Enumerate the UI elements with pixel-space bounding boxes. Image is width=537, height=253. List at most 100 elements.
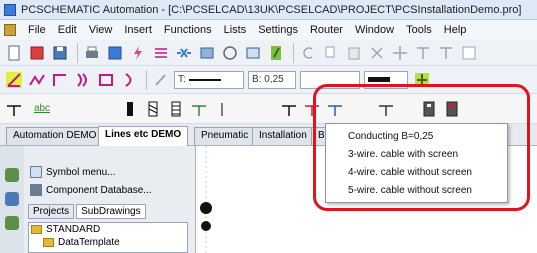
move-icon[interactable] (390, 43, 410, 63)
tab-installation[interactable]: Installation (252, 127, 314, 145)
menu-insert[interactable]: Insert (118, 24, 158, 36)
zoom-window-icon[interactable] (436, 43, 456, 63)
zoom-icon[interactable] (413, 43, 433, 63)
explorer-subtabs: Projects SubDrawings (28, 204, 148, 219)
tree-item-label: DataTemplate (58, 237, 120, 248)
abc-label: abc (33, 103, 51, 114)
dropdown-item-5-wire-no-screen[interactable]: 5-wire. cable without screen (348, 185, 472, 196)
component-icon[interactable] (174, 43, 194, 63)
explorer-panel: Symbol menu... Component Database... Pro… (0, 146, 196, 253)
cable-black-icon[interactable] (279, 99, 299, 119)
app-icon (4, 3, 16, 16)
symbol-icon[interactable] (151, 43, 171, 63)
symbol-menu-label: Symbol menu... (46, 166, 116, 178)
menu-bar: File Edit View Insert Functions Lists Se… (0, 20, 537, 40)
drawing-toolbar: T: B: 0,25 (0, 66, 537, 94)
component-database-label: Component Database... (46, 184, 152, 196)
tab-lines-etc-demo[interactable]: Lines etc DEMO (98, 126, 189, 146)
symbol-strip: abc (0, 94, 537, 124)
component-rail-icon[interactable] (5, 192, 19, 206)
folder-icon (43, 238, 54, 247)
tree-item-datatemplate[interactable]: DataTemplate (29, 236, 187, 249)
line-terminal-icon[interactable] (4, 99, 24, 119)
tree-item-label: STANDARD (46, 224, 101, 235)
tab-automation-demo[interactable]: Automation DEMO (6, 127, 104, 145)
open-document-icon[interactable] (27, 43, 47, 63)
tab-subdrawings[interactable]: SubDrawings (76, 204, 146, 219)
menu-router[interactable]: Router (304, 24, 349, 36)
tree-item-standard[interactable]: STANDARD (29, 223, 187, 236)
print-icon[interactable] (82, 43, 102, 63)
layer-icon[interactable] (412, 70, 432, 90)
connection-dot (200, 202, 212, 214)
line-type-label: T: (178, 74, 186, 85)
menu-settings[interactable]: Settings (252, 24, 304, 36)
project-rail-icon[interactable] (5, 216, 19, 230)
image-icon[interactable] (197, 43, 217, 63)
connector-dark-icon[interactable] (419, 99, 439, 119)
terminal-gray-icon[interactable] (212, 99, 232, 119)
line-draw-icon[interactable] (4, 70, 24, 90)
menu-file[interactable]: File (22, 24, 52, 36)
symbol-rail-icon[interactable] (5, 168, 19, 182)
save-icon[interactable] (50, 43, 70, 63)
rectangle-icon[interactable] (96, 70, 116, 90)
dropdown-item-4-wire-no-screen[interactable]: 4-wire. cable without screen (348, 167, 472, 178)
text-field[interactable] (300, 70, 360, 89)
menu-functions[interactable]: Functions (158, 24, 218, 36)
paste-icon[interactable] (344, 43, 364, 63)
lined-bar-icon[interactable] (166, 99, 186, 119)
black-bar-icon[interactable] (120, 99, 140, 119)
cable-type-dropdown: Conducting B=0,25 3-wire. cable with scr… (325, 123, 508, 203)
menu-view[interactable]: View (83, 24, 119, 36)
window-icon[interactable] (243, 43, 263, 63)
subdrawings-tree: STANDARD DataTemplate (28, 222, 188, 253)
pencil-icon[interactable] (266, 43, 286, 63)
symbol-menu-row[interactable]: Symbol menu... (30, 166, 115, 178)
color-field[interactable] (364, 70, 408, 89)
copy-icon[interactable] (321, 43, 341, 63)
print-preview-icon[interactable] (105, 43, 125, 63)
window-titlebar: PCSCHEMATIC Automation - [C:\PCSELCAD\13… (0, 0, 537, 20)
symbol-menu-icon (30, 166, 42, 178)
menu-tools[interactable]: Tools (400, 24, 438, 36)
database-icon (30, 184, 42, 196)
pen-icon[interactable] (151, 70, 171, 90)
dropdown-item-3-wire-screen[interactable]: 3-wire. cable with screen (348, 149, 458, 160)
terminal-green-icon[interactable] (189, 99, 209, 119)
menu-edit[interactable]: Edit (52, 24, 83, 36)
tab-pneumatic[interactable]: Pneumatic (194, 127, 256, 145)
window-title: PCSCHEMATIC Automation - [C:\PCSELCAD\13… (21, 3, 522, 16)
corner-line-icon[interactable] (50, 70, 70, 90)
arc-line-icon[interactable] (73, 70, 93, 90)
folder-icon (31, 225, 42, 234)
cable-blue-icon[interactable] (325, 99, 345, 119)
new-document-icon[interactable] (4, 43, 24, 63)
hatched-bar-icon[interactable] (143, 99, 163, 119)
dropdown-item-conducting[interactable]: Conducting B=0,25 (348, 131, 433, 142)
toolbar-separator (293, 42, 294, 63)
delete-icon[interactable] (367, 43, 387, 63)
menu-help[interactable]: Help (438, 24, 473, 36)
menu-window[interactable]: Window (349, 24, 400, 36)
tab-projects[interactable]: Projects (28, 204, 75, 219)
circle-icon[interactable] (220, 43, 240, 63)
component-database-row[interactable]: Component Database... (30, 184, 152, 196)
standard-toolbar (0, 40, 537, 66)
abc-text-icon[interactable]: abc (27, 99, 57, 119)
undo-icon[interactable] (298, 43, 318, 63)
panel-rail (0, 146, 24, 253)
toolbar-separator (77, 42, 78, 63)
menu-lists[interactable]: Lists (218, 24, 253, 36)
document-menu-icon[interactable] (4, 24, 16, 36)
extra-icon[interactable] (459, 43, 479, 63)
lightning-icon[interactable] (128, 43, 148, 63)
cable-red-icon[interactable] (302, 99, 322, 119)
polyline-icon[interactable] (27, 70, 47, 90)
cable-terminal-icon[interactable] (376, 99, 396, 119)
line-type-field[interactable]: T: (174, 70, 244, 89)
line-width-field[interactable]: B: 0,25 (248, 70, 296, 89)
connection-dot (201, 221, 211, 231)
connector-red-icon[interactable] (442, 99, 462, 119)
arc-icon[interactable] (119, 70, 139, 90)
